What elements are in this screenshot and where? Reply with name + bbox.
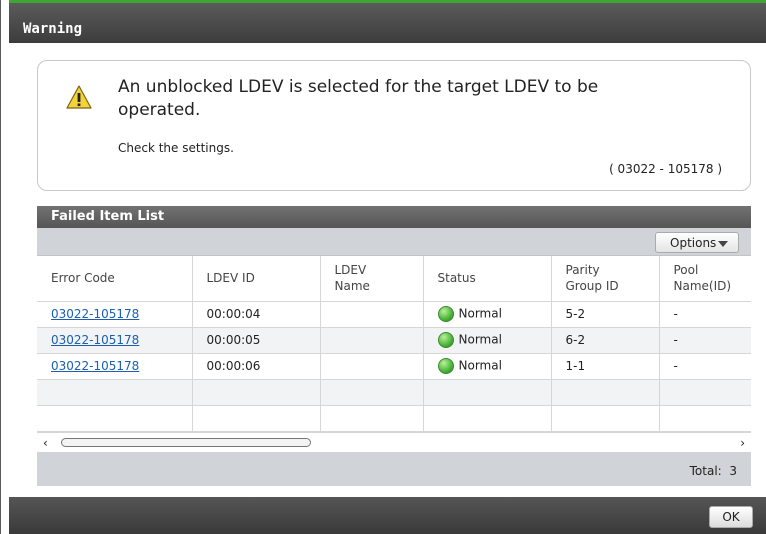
- error-code-link[interactable]: 03022-105178: [51, 333, 139, 347]
- status-cell: Normal: [423, 301, 552, 328]
- options-button[interactable]: Options: [655, 232, 739, 253]
- ldev-id-cell: 00:00:05: [192, 327, 321, 354]
- column-header-status[interactable]: Status: [423, 256, 552, 302]
- parity-group-cell: 6-2: [551, 327, 660, 354]
- error-code-link[interactable]: 03022-105178: [51, 359, 139, 373]
- column-header-pool-name-label: Pool Name(ID): [673, 263, 732, 294]
- table-row[interactable]: 03022-105178 00:00:04 Normal 5-2 -: [37, 301, 751, 328]
- warning-icon: [66, 85, 92, 109]
- options-label: Options: [670, 236, 717, 250]
- total-label: Total:: [689, 464, 722, 478]
- empty-row: [37, 405, 751, 432]
- column-header-parity-group-label: Parity Group ID: [565, 263, 619, 294]
- ldev-name-cell: [320, 301, 424, 328]
- status-normal-icon: [437, 358, 454, 374]
- chevron-down-icon: [718, 241, 728, 247]
- ldev-name-cell: [320, 327, 424, 354]
- column-header-pool-name[interactable]: Pool Name(ID): [659, 256, 751, 302]
- dialog-button-bar: OK: [9, 497, 766, 534]
- parity-group-cell: 5-2: [551, 301, 660, 328]
- pool-cell: -: [659, 301, 751, 328]
- status-text: Normal: [458, 306, 502, 321]
- column-header-ldev-id[interactable]: LDEV ID: [192, 256, 321, 302]
- column-header-error-code[interactable]: Error Code: [37, 256, 193, 302]
- ldev-name-cell: [320, 353, 424, 380]
- status-normal-icon: [437, 332, 454, 348]
- list-footer: Total: 3: [37, 452, 751, 486]
- column-header-ldev-name[interactable]: LDEV Name: [320, 256, 424, 302]
- parity-group-cell: 1-1: [551, 353, 660, 380]
- empty-row: [37, 379, 751, 406]
- pool-cell: -: [659, 327, 751, 354]
- status-text: Normal: [458, 358, 502, 373]
- ldev-id-cell: 00:00:04: [192, 301, 321, 328]
- message-code: ( 03022 - 105178 ): [609, 162, 722, 176]
- total-value: 3: [729, 464, 737, 478]
- dialog-title: Warning: [23, 21, 83, 37]
- column-header-ldev-name-label: LDEV Name: [334, 263, 370, 294]
- status-cell: Normal: [423, 327, 552, 354]
- error-code-link[interactable]: 03022-105178: [51, 307, 139, 321]
- status-normal-icon: [437, 306, 454, 322]
- table-row[interactable]: 03022-105178 00:00:05 Normal 6-2 -: [37, 327, 751, 354]
- horizontal-scrollbar[interactable]: ‹ ›: [37, 432, 751, 452]
- scroll-left-icon[interactable]: ‹: [43, 436, 48, 450]
- ldev-id-cell: 00:00:06: [192, 353, 321, 380]
- status-text: Normal: [458, 332, 502, 347]
- failed-item-list-header: Failed Item List: [37, 206, 751, 228]
- message-box: An unblocked LDEV is selected for the ta…: [37, 60, 751, 191]
- column-header-parity-group-id[interactable]: Parity Group ID: [551, 256, 660, 302]
- table-row[interactable]: 03022-105178 00:00:06 Normal 1-1 -: [37, 353, 751, 380]
- total-count: Total: 3: [690, 464, 737, 478]
- message-subtext: Check the settings.: [118, 141, 234, 155]
- message-text: An unblocked LDEV is selected for the ta…: [118, 77, 599, 120]
- scrollbar-thumb[interactable]: [61, 438, 311, 447]
- list-toolbar: Options: [37, 228, 751, 256]
- failed-item-table: Error Code LDEV ID LDEV Name Status Pari…: [37, 256, 751, 432]
- status-cell: Normal: [423, 353, 552, 380]
- ok-button[interactable]: OK: [709, 506, 753, 528]
- title-bar: Warning: [9, 3, 766, 43]
- pool-cell: -: [659, 353, 751, 380]
- warning-dialog: Warning An unblocked LDEV is selected fo…: [0, 0, 766, 534]
- scroll-right-icon[interactable]: ›: [740, 436, 745, 450]
